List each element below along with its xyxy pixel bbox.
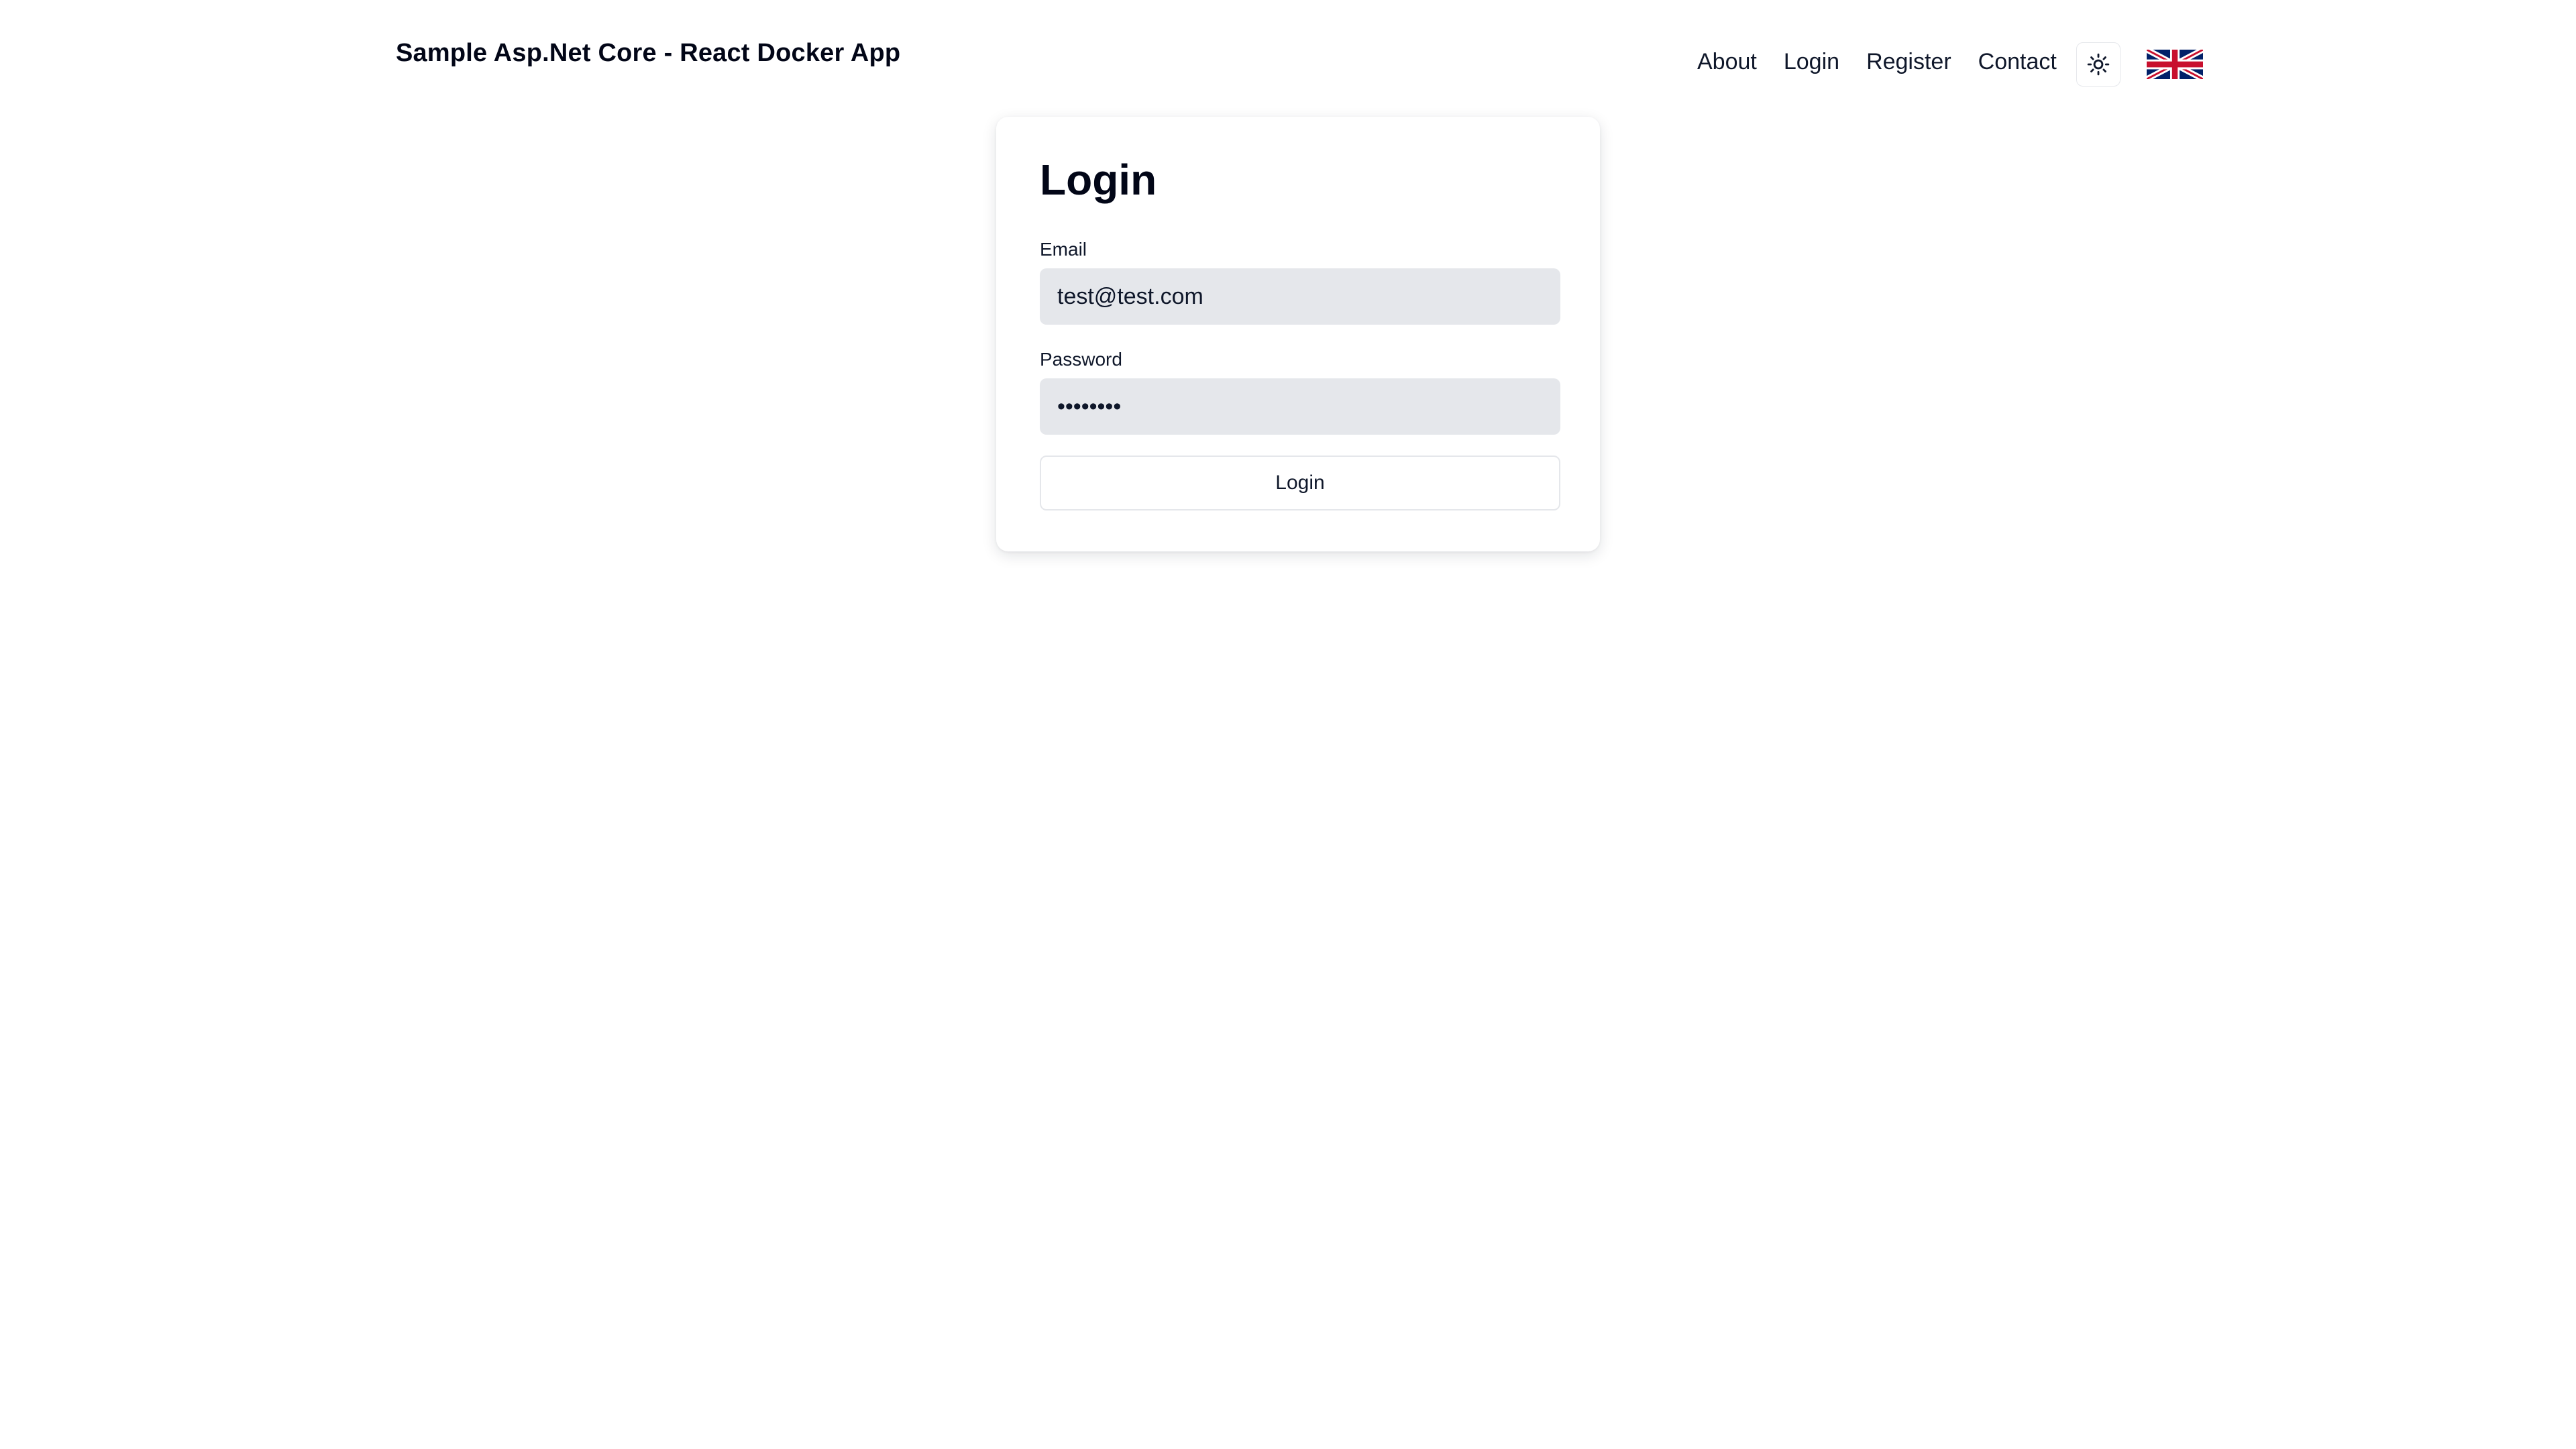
- nav-link-contact[interactable]: Contact: [1978, 49, 2057, 75]
- navbar: Sample Asp.Net Core - React Docker App A…: [0, 0, 2576, 107]
- nav-link-login[interactable]: Login: [1784, 49, 1839, 75]
- login-button[interactable]: Login: [1040, 455, 1560, 511]
- password-label: Password: [1040, 349, 1122, 370]
- password-field[interactable]: [1040, 378, 1560, 435]
- sun-icon: [2087, 53, 2110, 76]
- login-card: Login Email Password Login: [996, 117, 1600, 551]
- email-field[interactable]: [1040, 268, 1560, 325]
- uk-flag-icon[interactable]: [2147, 50, 2203, 79]
- login-title: Login: [1040, 156, 1157, 204]
- nav-links: About Login Register Contact: [1697, 40, 2084, 83]
- nav-link-register[interactable]: Register: [1866, 49, 1951, 75]
- email-label: Email: [1040, 239, 1087, 260]
- brand-title[interactable]: Sample Asp.Net Core - React Docker App: [396, 39, 900, 68]
- theme-toggle-button[interactable]: [2076, 42, 2121, 87]
- nav-link-about[interactable]: About: [1697, 49, 1757, 75]
